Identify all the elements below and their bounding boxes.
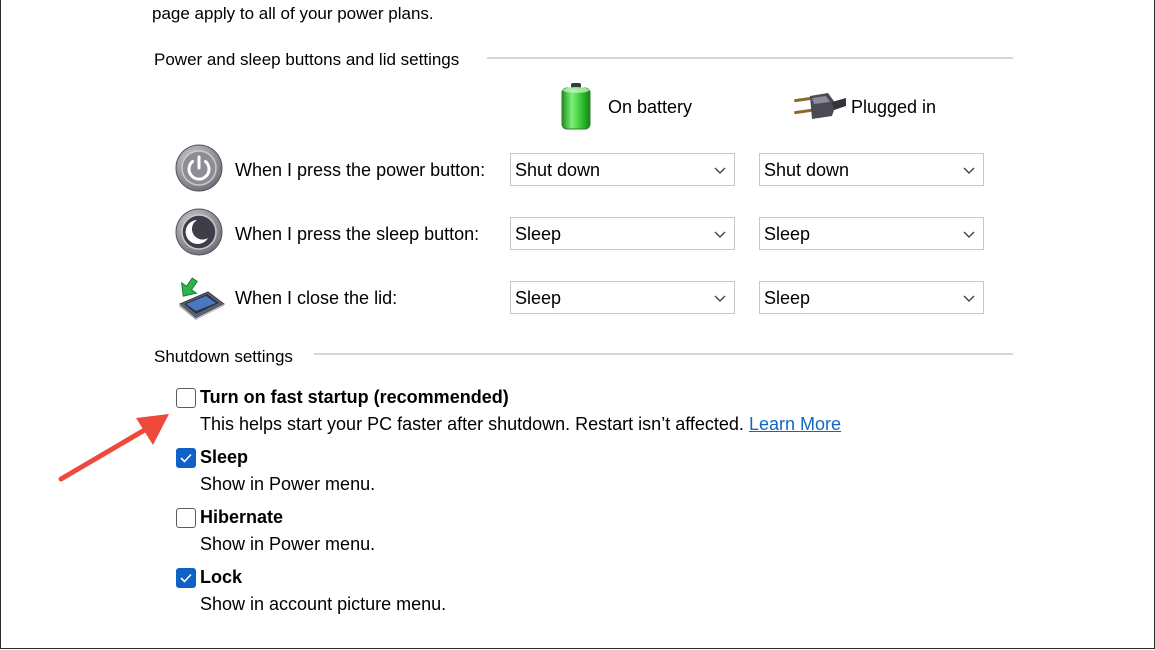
sleep-button-icon <box>175 208 223 256</box>
row-label-close-lid: When I close the lid: <box>235 288 398 308</box>
lock-checkbox[interactable] <box>176 568 196 588</box>
select-value: Shut down <box>764 160 850 180</box>
sleep-button-plugged-select[interactable]: Sleep <box>759 217 984 250</box>
select-value: Sleep <box>764 224 811 244</box>
select-value: Sleep <box>764 288 811 308</box>
checkmark-icon <box>180 573 192 583</box>
row-label-power-button: When I press the power button: <box>235 160 486 180</box>
chevron-down-icon <box>714 231 726 238</box>
laptop-lid-icon <box>174 274 226 320</box>
sleep-button-battery-select[interactable]: Sleep <box>510 217 735 250</box>
fast-startup-description: This helps start your PC faster after sh… <box>200 413 841 435</box>
power-button-plugged-select[interactable]: Shut down <box>759 153 984 186</box>
select-value: Shut down <box>515 160 601 180</box>
lock-option-description: Show in account picture menu. <box>200 594 447 614</box>
chevron-down-icon <box>963 295 975 302</box>
hibernate-option-title: Hibernate <box>200 507 284 527</box>
section-title-shutdown: Shutdown settings <box>154 347 293 366</box>
chevron-down-icon <box>714 167 726 174</box>
select-value: Sleep <box>515 288 562 308</box>
power-plug-icon <box>792 92 846 122</box>
section-divider <box>314 353 1013 355</box>
fast-startup-description-text: This helps start your PC faster after sh… <box>200 414 744 434</box>
battery-icon <box>556 82 600 132</box>
learn-more-link[interactable]: Learn More <box>749 414 841 434</box>
section-divider <box>487 57 1013 59</box>
close-lid-battery-select[interactable]: Sleep <box>510 281 735 314</box>
select-value: Sleep <box>515 224 562 244</box>
intro-text: page apply to all of your power plans. <box>152 4 434 23</box>
column-header-plugged-in: Plugged in <box>851 97 937 117</box>
chevron-down-icon <box>714 295 726 302</box>
chevron-down-icon <box>963 167 975 174</box>
sleep-option-description: Show in Power menu. <box>200 474 376 494</box>
annotation-arrow-icon <box>58 414 169 482</box>
section-title-buttons: Power and sleep buttons and lid settings <box>154 50 460 69</box>
column-header-battery: On battery <box>608 97 693 117</box>
checkmark-icon <box>180 453 192 463</box>
chevron-down-icon <box>963 231 975 238</box>
close-lid-plugged-select[interactable]: Sleep <box>759 281 984 314</box>
sleep-option-title: Sleep <box>200 447 249 467</box>
hibernate-option-description: Show in Power menu. <box>200 534 376 554</box>
hibernate-checkbox[interactable] <box>176 508 196 528</box>
power-button-battery-select[interactable]: Shut down <box>510 153 735 186</box>
fast-startup-title: Turn on fast startup (recommended) <box>200 387 509 407</box>
power-button-icon <box>175 144 223 192</box>
row-label-sleep-button: When I press the sleep button: <box>235 224 480 244</box>
lock-option-title: Lock <box>200 567 243 587</box>
